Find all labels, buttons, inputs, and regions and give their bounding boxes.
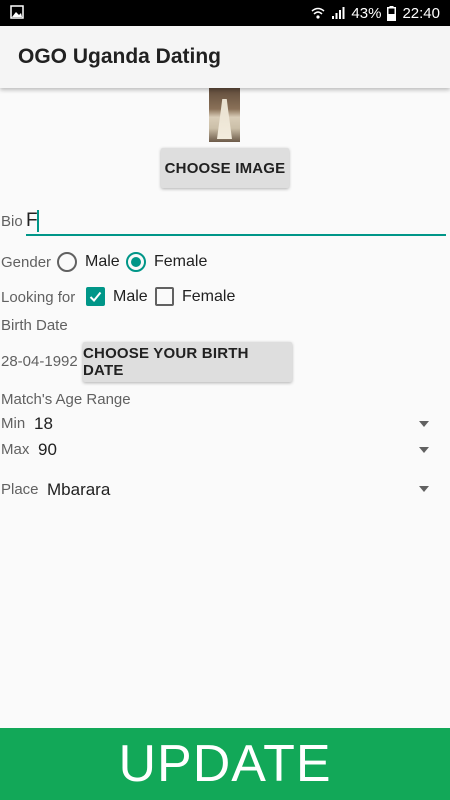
gender-male-radio[interactable] bbox=[57, 252, 77, 272]
max-label: Max bbox=[1, 441, 30, 458]
birth-date-value: 28-04-1992 bbox=[1, 353, 78, 370]
bio-label: Bio bbox=[1, 213, 23, 230]
status-time: 22:40 bbox=[402, 4, 440, 22]
choose-image-button[interactable]: CHOOSE IMAGE bbox=[161, 148, 289, 188]
signal-icon bbox=[331, 6, 345, 20]
birth-date-label: Birth Date bbox=[1, 317, 68, 334]
min-age-value[interactable]: 18 bbox=[34, 414, 53, 434]
battery-icon bbox=[387, 5, 397, 21]
choose-birth-date-button[interactable]: CHOOSE YOUR BIRTH DATE bbox=[83, 342, 292, 382]
max-age-dropdown-arrow-icon[interactable] bbox=[419, 447, 429, 453]
gender-male-label[interactable]: Male bbox=[85, 253, 120, 271]
place-dropdown-arrow-icon[interactable] bbox=[419, 486, 429, 492]
place-value[interactable]: Mbarara bbox=[47, 480, 110, 500]
max-age-value[interactable]: 90 bbox=[38, 440, 57, 460]
looking-for-male-checkbox[interactable] bbox=[86, 287, 105, 306]
update-label: UPDATE bbox=[118, 735, 332, 793]
update-button[interactable]: UPDATE bbox=[0, 728, 450, 800]
looking-for-male-label[interactable]: Male bbox=[113, 288, 148, 306]
app-bar: OGO Uganda Dating bbox=[0, 26, 450, 88]
match-age-range-label: Match's Age Range bbox=[1, 391, 131, 408]
profile-image[interactable] bbox=[209, 87, 240, 142]
gender-female-label[interactable]: Female bbox=[154, 253, 207, 271]
profile-photo-figure bbox=[217, 99, 232, 139]
checkmark-icon bbox=[89, 291, 102, 302]
looking-for-female-label[interactable]: Female bbox=[182, 288, 235, 306]
min-age-dropdown-arrow-icon[interactable] bbox=[419, 421, 429, 427]
gender-label: Gender bbox=[1, 254, 52, 271]
place-label: Place bbox=[1, 481, 39, 498]
gender-female-radio[interactable] bbox=[126, 252, 146, 272]
text-cursor bbox=[37, 210, 39, 232]
bio-value: F bbox=[26, 210, 38, 231]
looking-for-female-checkbox[interactable] bbox=[155, 287, 174, 306]
status-bar: 43% 22:40 bbox=[0, 0, 450, 26]
wifi-icon bbox=[311, 6, 325, 20]
battery-percent: 43% bbox=[351, 4, 382, 22]
image-icon bbox=[10, 5, 24, 19]
bio-input[interactable]: F bbox=[26, 206, 446, 236]
app-title: OGO Uganda Dating bbox=[18, 45, 222, 68]
min-label: Min bbox=[1, 415, 26, 432]
looking-for-label: Looking for bbox=[1, 289, 76, 306]
